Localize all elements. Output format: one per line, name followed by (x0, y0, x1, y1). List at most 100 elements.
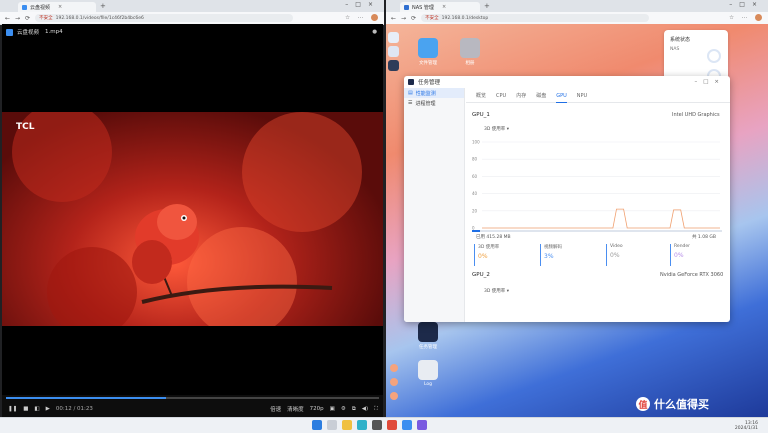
tab-memory[interactable]: 内存 (516, 90, 526, 102)
back-icon[interactable]: ← (5, 15, 10, 22)
right-tabbar: NAS 管理 × + –□× (386, 0, 768, 12)
subtitle-icon[interactable]: ▣ (330, 406, 335, 412)
prev-icon[interactable]: ◧ (34, 406, 39, 412)
power-icon[interactable] (390, 364, 398, 372)
stat-decode-value: 3% (544, 253, 554, 260)
start-icon[interactable] (312, 420, 322, 430)
gpu2-model: Nvidia GeForce RTX 3060 (660, 272, 724, 278)
video-frame[interactable]: TCL (2, 112, 383, 326)
play-icon[interactable]: ▶ (46, 406, 50, 412)
tm-window-controls[interactable]: –□× (694, 79, 725, 85)
tcl-watermark: TCL (16, 122, 35, 132)
app-icon[interactable] (417, 420, 427, 430)
chart-y-tick: 100 (472, 140, 480, 145)
tm-title: 任务管理 (418, 80, 441, 86)
left-active-tab[interactable]: 云盘视频 × (18, 2, 96, 12)
user-icon[interactable] (390, 378, 398, 386)
left-window-controls[interactable]: –□× (345, 1, 380, 8)
grid-icon[interactable] (388, 60, 399, 71)
settings-icon[interactable]: ⚙ (341, 406, 346, 412)
right-toolbar-icons[interactable]: ☆ ⋯ (729, 14, 762, 21)
profile-avatar[interactable] (371, 14, 378, 21)
tab-disk[interactable]: 磁盘 (536, 90, 546, 102)
log-icon[interactable] (418, 360, 438, 380)
sidebar-item-processes[interactable]: ☰ 进程管理 (404, 98, 464, 108)
taskbar-clock[interactable]: 13:16 2024/1/31 (735, 421, 758, 431)
gpu1-metric-dropdown[interactable]: 3D 使用率 ▾ (484, 126, 509, 132)
store-icon[interactable] (372, 420, 382, 430)
watermark-text: 什么值得买 (654, 398, 709, 411)
right-url-field[interactable]: 不安全 192.168.0.1/desktop (421, 14, 650, 22)
chart-y-tick: 20 (472, 208, 478, 213)
right-window-controls[interactable]: –□× (729, 1, 764, 8)
video-image (12, 112, 362, 326)
edge-icon[interactable] (357, 420, 367, 430)
stat-video-label: Video (610, 244, 623, 249)
right-active-tab[interactable]: NAS 管理 × (400, 2, 480, 12)
speed-button[interactable]: 倍速 (270, 405, 281, 413)
search-icon[interactable] (327, 420, 337, 430)
profile-avatar[interactable] (755, 14, 762, 21)
sidebar-performance-label: 性能监测 (415, 90, 436, 97)
quality-button[interactable]: 清晰度 (287, 405, 304, 413)
resolution-button[interactable]: 720p (310, 406, 324, 412)
task-manager-icon[interactable] (418, 322, 438, 342)
gpu2-dropdown-label: 3D 使用率 (484, 289, 506, 294)
tm-tabs: 概览 CPU 内存 磁盘 GPU NPU (466, 90, 730, 103)
not-secure-label: 不安全 (425, 16, 439, 21)
player-filename: 1.mp4 (45, 29, 63, 35)
tab-npu[interactable]: NPU (577, 90, 587, 102)
gpu1-dropdown-label: 3D 使用率 (484, 127, 506, 132)
sidebar-item-performance[interactable]: ▤ 性能监测 (404, 88, 464, 98)
photos-label: 相册 (465, 61, 475, 66)
stat-3d-label: 3D 使用率 (478, 245, 500, 250)
forward-icon[interactable]: → (401, 15, 406, 22)
player-progress[interactable] (6, 397, 379, 399)
volume-icon[interactable]: ◀) (362, 406, 368, 412)
tab-cpu[interactable]: CPU (496, 90, 506, 102)
left-url-field[interactable]: 不安全 192.168.0.1/videos/file/1c46f2b4bc6e… (35, 14, 294, 22)
gpu1-series-line (482, 208, 720, 229)
chrome-icon[interactable] (387, 420, 397, 430)
chart-y-tick: 60 (472, 174, 478, 179)
player-time: 00:12 / 01:23 (55, 406, 93, 412)
monitor-icon[interactable] (388, 32, 399, 43)
forward-icon[interactable]: → (15, 15, 20, 22)
stop-icon[interactable]: ■ (23, 406, 28, 412)
reload-icon[interactable]: ⟳ (411, 15, 416, 22)
close-tab-icon[interactable]: × (58, 4, 62, 10)
gpu2-metric-dropdown[interactable]: 3D 使用率 ▾ (484, 288, 509, 294)
gpu1-memory-used: 已用 415.28 MB (476, 235, 511, 240)
player-app-name: 云盘视频 (17, 30, 40, 36)
stat-video-value: 0% (610, 252, 620, 259)
app-icon[interactable] (402, 420, 412, 430)
settings-icon[interactable] (390, 392, 398, 400)
log-label: Log (423, 382, 433, 387)
player-close-icon[interactable]: ● (372, 29, 377, 35)
photos-icon[interactable] (460, 38, 480, 58)
gpu1-memory-total: 共 1.08 GB (692, 235, 716, 240)
new-tab-icon[interactable]: + (100, 2, 106, 10)
tab-gpu[interactable]: GPU (556, 90, 567, 103)
reload-icon[interactable]: ⟳ (25, 15, 30, 22)
tab-overview[interactable]: 概览 (476, 90, 486, 102)
new-tab-icon[interactable]: + (484, 2, 490, 10)
sidebar-processes-label: 进程管理 (415, 100, 436, 107)
back-icon[interactable]: ← (391, 15, 396, 22)
left-toolbar-icons[interactable]: ☆ ⋯ (345, 14, 378, 21)
stat-decode: 视频解码 3% (540, 244, 604, 266)
tm-app-icon (408, 79, 414, 85)
pause-icon[interactable]: ❚❚ (8, 406, 17, 412)
not-secure-label: 不安全 (39, 16, 53, 21)
fullscreen-icon[interactable]: ⛶ (374, 406, 378, 413)
file-manager-icon[interactable] (418, 38, 438, 58)
pip-icon[interactable]: ⧉ (352, 406, 356, 413)
stat-3d: 3D 使用率 0% (474, 244, 538, 266)
stat-decode-label: 视频解码 (544, 245, 562, 250)
explorer-icon[interactable] (342, 420, 352, 430)
player-header: 云盘视频 1.mp4 ● (2, 24, 383, 40)
close-tab-icon[interactable]: × (442, 4, 446, 10)
stat-video: Video 0% (606, 244, 670, 266)
apps-icon[interactable] (388, 46, 399, 57)
video-player[interactable]: 云盘视频 1.mp4 ● TCL ❚❚ ■ ◧ ▶ 00:12 / 01:23 … (2, 24, 383, 417)
